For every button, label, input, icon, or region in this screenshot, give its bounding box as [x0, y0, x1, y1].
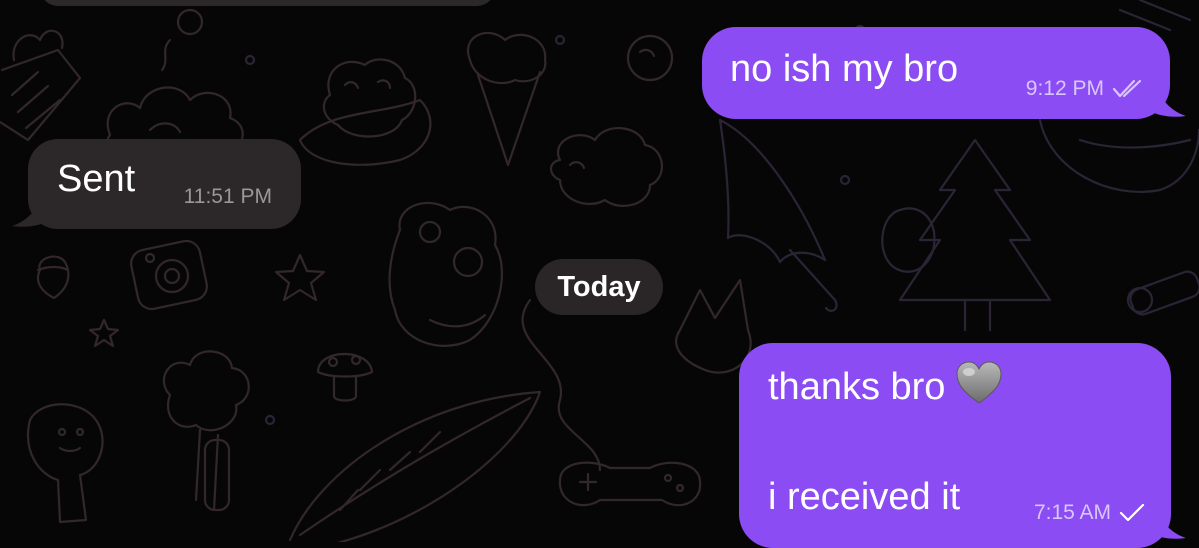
- message-time: 7:15 AM: [1033, 501, 1111, 524]
- grey-heart-icon: [956, 361, 1002, 404]
- message-meta: 9:12 PM: [1026, 77, 1146, 101]
- message-bubble-cropped[interactable]: [40, 0, 495, 6]
- telescope-doodle: [1126, 270, 1199, 316]
- mushroom-doodle: [316, 353, 374, 402]
- tree-doodle: [898, 138, 1052, 332]
- message-time: 9:12 PM: [1025, 77, 1104, 100]
- message-time: 11:51 PM: [183, 185, 272, 208]
- message-text: i received it: [768, 476, 961, 518]
- star-doodle-small: [88, 318, 120, 348]
- star-doodle: [274, 253, 326, 302]
- cookie-doodle: [626, 34, 674, 82]
- balloon-doodle: [160, 8, 204, 72]
- icecream-doodle: [466, 31, 547, 167]
- bear-doodle: [298, 58, 432, 166]
- bush-doodle: [162, 350, 250, 512]
- sheep-doodle: [549, 126, 663, 207]
- message-bubble-outgoing[interactable]: no ish my bro 9:12 PM: [702, 27, 1170, 119]
- popcorn-doodle: [0, 29, 82, 142]
- single-check-icon: [1119, 503, 1145, 522]
- message-meta: 7:15 AM: [1034, 501, 1145, 525]
- lines-doodle: [1118, 0, 1192, 32]
- message-meta: 11:51 PM: [184, 185, 272, 209]
- cat-doodle: [675, 278, 752, 374]
- camera-doodle: [130, 239, 208, 311]
- message-text: Sent: [57, 158, 136, 200]
- message-text: thanks bro: [768, 366, 946, 408]
- date-separator: Today: [535, 259, 663, 315]
- message-bubble-outgoing[interactable]: thanks bro i received it 7:15 AM: [739, 343, 1171, 548]
- cable-doodle: [521, 298, 602, 472]
- dino-doodle: [27, 403, 104, 524]
- message-text-line: thanks bro: [768, 361, 1003, 409]
- gamepad-doodle: [558, 461, 702, 507]
- leaf-doodle: [288, 390, 542, 542]
- message-bubble-incoming[interactable]: Sent 11:51 PM: [28, 139, 301, 229]
- acorn-doodle: [36, 255, 70, 300]
- planet-doodle: [1038, 118, 1199, 193]
- bird-doodle: [388, 201, 503, 347]
- message-text: no ish my bro: [730, 48, 959, 90]
- double-check-icon: [1112, 79, 1142, 98]
